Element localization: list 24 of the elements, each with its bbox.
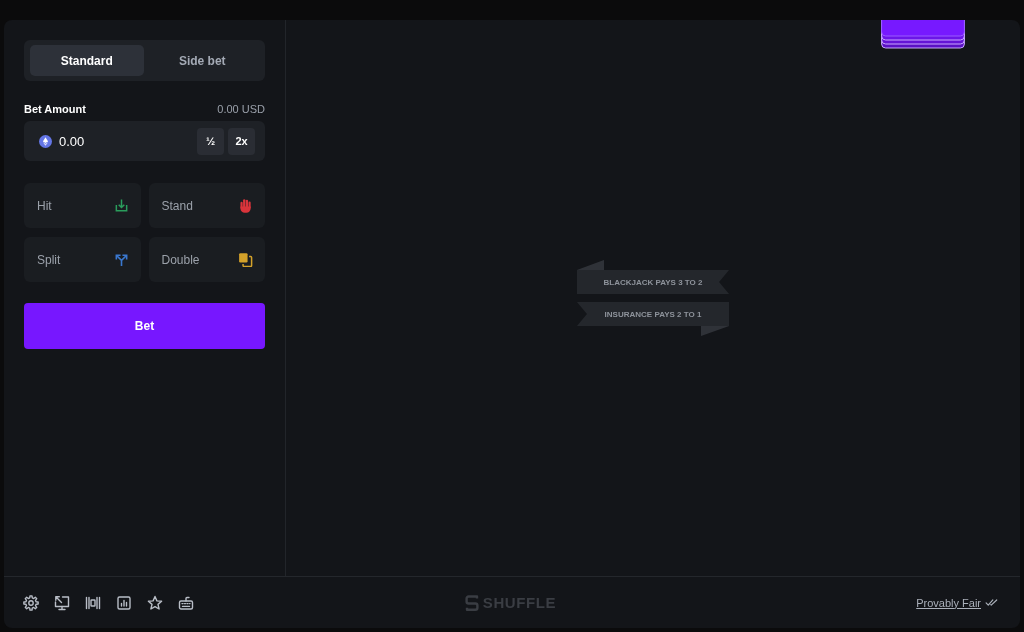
mode-tab[interactable]: Standard [30,45,144,76]
vertical-bars-icon[interactable] [85,594,101,611]
settings-icon[interactable] [23,594,39,611]
bet-amount-field[interactable]: 0.00 ½ 2x [24,121,265,161]
keyboard-icon[interactable] [178,594,194,611]
bet-amount-label: Bet Amount [24,103,86,115]
bet-button[interactable]: Bet [24,303,265,349]
double-check-icon [985,598,998,607]
action-button[interactable]: Split [24,237,141,282]
ribbon-banner: BLACKJACK PAYS 3 TO 2 [577,260,729,294]
diamond-coin-icon [39,134,52,148]
quick-amount-button[interactable]: ½ [197,127,224,155]
bar-chart-icon[interactable] [116,594,132,611]
action-button[interactable]: Double [148,237,265,282]
logo-icon [464,593,479,612]
provably-fair-link[interactable]: Provably Fair [916,596,981,609]
action-button[interactable]: Stand [148,183,265,228]
mode-tab[interactable]: Side bet [145,45,259,76]
monitor-arrow-icon[interactable] [54,594,70,611]
quick-amount-button[interactable]: 2x [228,127,255,155]
star-icon[interactable] [147,594,163,611]
action-button[interactable]: Hit [24,183,141,228]
converted-amount: 0.00 USD [217,103,265,115]
ribbon-banner: INSURANCE PAYS 2 TO 1 [577,302,729,336]
